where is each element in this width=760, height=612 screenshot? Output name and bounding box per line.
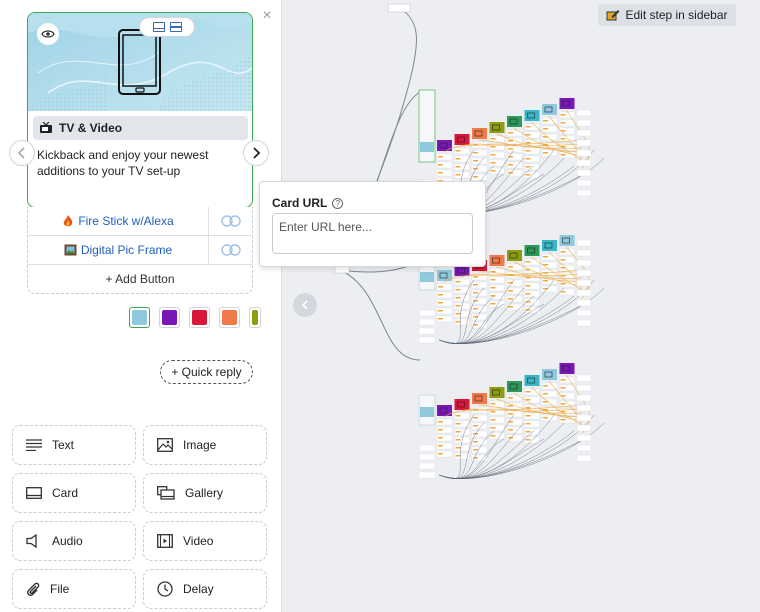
layout-horizontal-icon[interactable] [152,22,165,32]
flame-icon [64,214,73,226]
tool-card[interactable]: Card [12,473,136,513]
tool-label: Gallery [185,486,224,500]
edit-step-in-sidebar-button[interactable]: Edit step in sidebar [598,4,736,26]
card-title-field[interactable]: TV & Video [33,116,248,140]
thumbnail-swatch [192,310,207,325]
clock-icon [157,581,173,597]
card-buttons: Fire Stick w/Alexa Digital Pic Frame + A… [27,207,253,294]
chevron-left-icon [301,300,308,310]
text-lines-icon [26,439,42,451]
collapse-sidebar-button[interactable] [293,293,317,317]
card-button-digital-pic-frame[interactable]: Digital Pic Frame [28,243,208,257]
image-icon [157,438,173,452]
tool-video[interactable]: Video [143,521,267,561]
thumbnail-swatch [222,310,237,325]
card-button-label: Digital Pic Frame [80,243,173,257]
card-button-row[interactable]: Digital Pic Frame [28,236,252,265]
gallery-icon [157,486,175,500]
tool-gallery[interactable]: Gallery [143,473,267,513]
video-icon [157,534,173,548]
thumbnail-swatch [132,310,147,325]
thumbnail-swatch [162,310,177,325]
card-thumbnail[interactable] [159,307,180,328]
card-thumbnails [129,307,261,328]
paperclip-icon [27,582,40,596]
picture-frame-icon [64,244,77,256]
button-link-icon[interactable] [208,236,253,264]
step-editor-sidebar: × TV & Video Kickback and enjoy your new… [0,0,282,612]
tool-image[interactable]: Image [143,425,267,465]
card-title: TV & Video [59,121,123,135]
eye-icon[interactable] [37,23,59,45]
tool-label: File [50,582,70,596]
card-url-label: Card URL ? [272,196,344,210]
tool-text[interactable]: Text [12,425,136,465]
card-thumbnail[interactable] [129,307,150,328]
card-icon [26,487,42,499]
card-url-label-text: Card URL [272,196,328,210]
flow-canvas[interactable] [283,0,760,612]
tool-label: Video [183,534,214,548]
help-icon[interactable]: ? [332,197,344,209]
card-layout-toggle[interactable] [139,17,195,37]
layout-vertical-icon[interactable] [169,22,182,32]
edit-step-label: Edit step in sidebar [625,8,728,22]
tv-icon [40,122,52,133]
chevron-right-icon [253,147,261,159]
close-icon[interactable]: × [260,8,274,24]
tool-label: Image [183,438,217,452]
tool-delay[interactable]: Delay [143,569,267,609]
card-editor: TV & Video Kickback and enjoy your newes… [27,12,253,208]
card-thumbnail[interactable] [249,307,261,328]
edit-step-icon [606,10,620,21]
card-button-fire-stick[interactable]: Fire Stick w/Alexa [28,214,208,228]
card-prev-button[interactable] [9,140,35,166]
tool-label: Text [52,438,75,452]
add-button[interactable]: + Add Button [28,265,252,293]
quick-reply-button[interactable]: + Quick reply [160,360,253,384]
card-button-label: Fire Stick w/Alexa [78,214,174,228]
tool-label: Audio [52,534,83,548]
flow-diagram [334,3,605,479]
card-next-button[interactable] [243,140,269,166]
card-url-input[interactable] [272,213,473,254]
card-url-popover: Card URL ? [259,181,486,267]
card-thumbnail[interactable] [189,307,210,328]
tool-audio[interactable]: Audio [12,521,136,561]
chevron-left-icon [17,147,25,159]
tool-file[interactable]: File [12,569,136,609]
thumbnail-swatch [252,310,258,325]
speaker-icon [26,534,37,548]
card-description[interactable]: Kickback and enjoy your newest additions… [37,147,242,179]
card-thumbnail[interactable] [219,307,240,328]
card-button-row[interactable]: Fire Stick w/Alexa [28,207,252,236]
tool-label: Delay [183,582,214,596]
button-link-icon[interactable] [208,207,253,235]
tool-label: Card [52,486,79,500]
